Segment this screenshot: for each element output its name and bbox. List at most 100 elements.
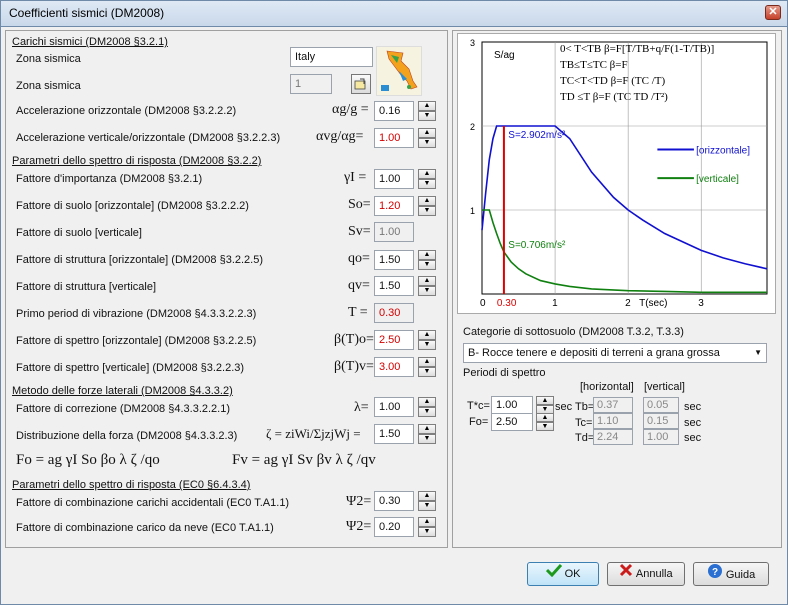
struttura-orizz-input[interactable]: 1.50 bbox=[374, 250, 414, 270]
annotation-vertical: S=0.706m/s² bbox=[508, 240, 566, 251]
section-metodo: Metodo delle forze laterali (DM2008 §4.3… bbox=[12, 385, 233, 397]
categorie-label: Categorie di sottosuolo (DM2008 T.3.2, T… bbox=[463, 326, 684, 338]
comb-accidentali-input[interactable]: 0.30 bbox=[374, 491, 414, 511]
struttura-orizz-symbol: qo= bbox=[348, 251, 370, 266]
map-select-button[interactable] bbox=[351, 74, 371, 94]
fattore-importanza-spinner[interactable]: ▲ ▼ bbox=[418, 169, 436, 189]
categorie-select[interactable]: B- Rocce tenere e depositi di terreni a … bbox=[463, 343, 767, 363]
chevron-down-icon: ▼ bbox=[754, 348, 762, 357]
struttura-orizz-spinner[interactable]: ▲ ▼ bbox=[418, 250, 436, 270]
correzione-spinner[interactable]: ▲ ▼ bbox=[418, 397, 436, 417]
td-label: Td= bbox=[575, 432, 595, 444]
tc-star-label: T*c= bbox=[467, 400, 490, 412]
tc-label: Tc= bbox=[575, 417, 593, 429]
spettro-orizz-symbol: β(T)o= bbox=[334, 332, 374, 347]
spectrum-chart: 1 2 3 0 0.30 1 2 3 T(sec) S/ag 0< T<TB β=F[T/TB+q/… bbox=[457, 33, 776, 314]
comb-accidentali-spinner[interactable]: ▲ ▼ bbox=[418, 491, 436, 511]
struttura-vert-spinner[interactable]: ▲ ▼ bbox=[418, 276, 436, 296]
x-tick-label: 1 bbox=[552, 298, 558, 309]
equation-2: TB≤T≤TC β=F bbox=[560, 59, 628, 71]
equation-1: 0< T<TB β=F[T/TB+q/F(1-T/TB)] bbox=[560, 43, 714, 55]
italy-map-icon bbox=[376, 46, 422, 96]
primo-periodo-symbol: T = bbox=[348, 305, 368, 320]
hand-pointer-icon bbox=[354, 78, 366, 90]
tc-horizontal[interactable]: 1.10 bbox=[593, 413, 633, 429]
y-axis-label: S/ag bbox=[494, 50, 515, 61]
acc-vert-input[interactable]: 1.00 bbox=[374, 128, 414, 148]
struttura-vert-input[interactable]: 1.50 bbox=[374, 276, 414, 296]
comb-neve-input[interactable]: 0.20 bbox=[374, 517, 414, 537]
acc-orizz-spinner[interactable]: ▲ ▼ bbox=[418, 101, 436, 121]
formula-fo: Fo = ag γI So βo λ ζ /qo bbox=[16, 452, 160, 468]
comb-neve-spinner[interactable]: ▲ ▼ bbox=[418, 517, 436, 537]
checkmark-icon bbox=[545, 563, 562, 585]
fo-input[interactable]: 2.50 bbox=[491, 413, 533, 431]
td-vertical[interactable]: 1.00 bbox=[643, 429, 679, 445]
primo-periodo-input[interactable]: 0.30 bbox=[374, 303, 414, 323]
spettro-vert-symbol: β(T)v= bbox=[334, 359, 374, 374]
distribuzione-input[interactable]: 1.50 bbox=[374, 424, 414, 444]
comb-neve-symbol: Ψ2= bbox=[346, 519, 372, 534]
correzione-label: Fattore di correzione (DM2008 §4.3.3.2.2… bbox=[16, 403, 231, 415]
ok-button[interactable]: OK bbox=[527, 562, 599, 586]
primo-periodo-label: Primo period di vibrazione (DM2008 §4.3.… bbox=[16, 308, 257, 320]
td-unit: sec bbox=[684, 432, 702, 444]
zona-sismica-label: Zona sismica bbox=[16, 53, 81, 65]
window-title: Coefficienti sismici (DM2008) bbox=[9, 6, 165, 20]
formula-fv: Fv = ag γI Sv βv λ ζ /qv bbox=[232, 452, 376, 468]
distribuzione-spinner[interactable]: ▲ ▼ bbox=[418, 424, 436, 444]
distribuzione-symbol: ζ = ziWi/ΣjzjWj = bbox=[266, 426, 361, 441]
suolo-orizz-input[interactable]: 1.20 bbox=[374, 196, 414, 216]
tb-horizontal[interactable]: 0.37 bbox=[593, 397, 633, 413]
tc-vertical[interactable]: 0.15 bbox=[643, 413, 679, 429]
legend-orizzontale: [orizzontale] bbox=[696, 146, 750, 157]
section-carichi: Carichi sismici (DM2008 §3.2.1) bbox=[12, 36, 168, 48]
zona-sismica-num-label: Zona sismica bbox=[16, 80, 81, 92]
fo-label: Fo= bbox=[469, 416, 489, 428]
categorie-select-value: B- Rocce tenere e depositi di terreni a … bbox=[468, 347, 720, 359]
annulla-button[interactable]: Annulla bbox=[607, 562, 685, 586]
guida-button[interactable]: ? Guida bbox=[693, 562, 769, 586]
x-tick-label: 0 bbox=[480, 298, 486, 309]
suolo-vert-input[interactable]: 1.00 bbox=[374, 222, 414, 242]
section-parametri: Parametri dello spettro di risposta (DM2… bbox=[12, 155, 262, 167]
spettro-vert-input[interactable]: 3.00 bbox=[374, 357, 414, 377]
fattore-importanza-input[interactable]: 1.00 bbox=[374, 169, 414, 189]
suolo-orizz-symbol: So= bbox=[348, 197, 371, 212]
y-tick-label: 3 bbox=[470, 38, 475, 48]
tc-star-input[interactable]: 1.00 bbox=[491, 396, 533, 414]
spettro-orizz-input[interactable]: 2.50 bbox=[374, 330, 414, 350]
x-tick-label: 2 bbox=[625, 298, 631, 309]
spettro-orizz-spinner[interactable]: ▲ ▼ bbox=[418, 330, 436, 350]
fattore-importanza-symbol: γI = bbox=[344, 170, 367, 185]
acc-orizz-input[interactable]: 0.16 bbox=[374, 101, 414, 121]
zona-sismica-num-input[interactable]: 1 bbox=[290, 74, 332, 94]
x-tick-label: 0.30 bbox=[497, 298, 517, 309]
zona-sismica-input[interactable]: Italy bbox=[290, 47, 373, 67]
acc-vert-spinner[interactable]: ▲ ▼ bbox=[418, 128, 436, 148]
td-horizontal[interactable]: 2.24 bbox=[593, 429, 633, 445]
help-icon: ? bbox=[707, 563, 723, 587]
tb-label: Tb= bbox=[575, 401, 595, 413]
equation-4: TD ≤T β=F (TC TD /T²) bbox=[560, 91, 668, 103]
acc-orizz-label: Accelerazione orizzontale (DM2008 §3.2.2… bbox=[16, 105, 237, 117]
suolo-vert-label: Fattore di suolo [verticale] bbox=[16, 227, 142, 239]
correzione-input[interactable]: 1.00 bbox=[374, 397, 414, 417]
fattore-importanza-label: Fattore d'importanza (DM2008 §3.2.1) bbox=[16, 173, 203, 185]
tc-star-unit: sec bbox=[555, 401, 573, 413]
close-button[interactable]: ✕ bbox=[765, 5, 781, 20]
spettro-vert-label: Fattore di spettro [verticale] (DM2008 §… bbox=[16, 362, 245, 374]
guida-label: Guida bbox=[725, 568, 756, 581]
spettro-vert-spinner[interactable]: ▲ ▼ bbox=[418, 357, 436, 377]
annulla-label: Annulla bbox=[635, 568, 673, 580]
tc-star-spinner[interactable]: ▲ ▼ bbox=[536, 396, 554, 414]
comb-neve-label: Fattore di combinazione carico da neve (… bbox=[16, 522, 274, 534]
fo-spinner[interactable]: ▲ ▼ bbox=[536, 413, 554, 431]
spettro-orizz-label: Fattore di spettro [orizzontale] (DM2008… bbox=[16, 335, 257, 347]
struttura-vert-symbol: qv= bbox=[348, 278, 370, 293]
annotation-horizontal: S=2.902m/s² bbox=[508, 130, 566, 141]
y-tick-label: 1 bbox=[470, 206, 475, 216]
x-cancel-icon bbox=[619, 563, 633, 585]
tb-vertical[interactable]: 0.05 bbox=[643, 397, 679, 413]
suolo-orizz-spinner[interactable]: ▲ ▼ bbox=[418, 196, 436, 216]
